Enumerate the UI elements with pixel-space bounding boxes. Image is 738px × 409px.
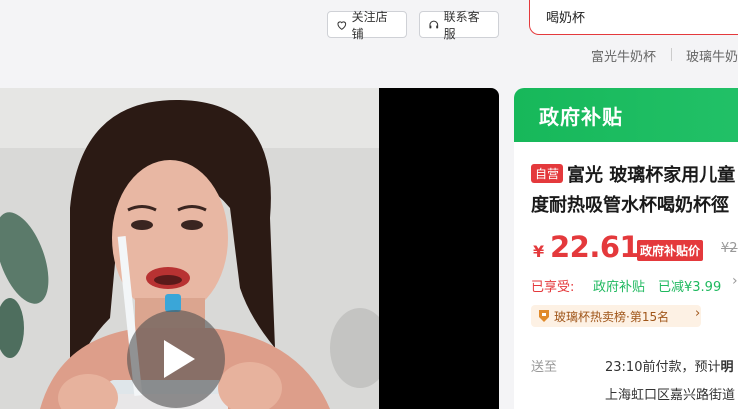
product-card: 自营 富光 玻璃杯家用儿童 度耐热吸管水杯喝奶杯徑 ¥ 22.61 政府补贴价 … <box>514 142 738 409</box>
headset-icon <box>429 20 439 28</box>
subsidy-text: 政府补贴 <box>593 280 646 295</box>
product-title-line1: 富光 玻璃杯家用儿童 <box>567 165 736 186</box>
hot-search-1[interactable]: 富光牛奶杯 <box>591 46 656 65</box>
contact-service-button[interactable]: 联系客服 <box>419 10 499 41</box>
self-operated-badge: 自营 <box>531 164 564 183</box>
ranking-badge[interactable]: 玻璃杯热卖榜·第15名 › <box>531 305 701 327</box>
search-input-value[interactable]: 喝奶杯 <box>546 7 585 26</box>
delivery-address[interactable]: 上海虹口区嘉兴路街道 <box>605 384 735 403</box>
delivery-time-prefix: 23:10前付款，预计 <box>605 360 721 375</box>
product-info-panel: 政府补贴 自营 富光 玻璃杯家用儿童 度耐热吸管水杯喝奶杯徑 ¥ 22.61 政… <box>514 88 738 409</box>
chevron-right-icon[interactable]: › <box>732 273 738 289</box>
ranking-chevron-icon: › <box>695 306 701 321</box>
gov-subsidy-title: 政府补贴 <box>539 105 623 129</box>
reduced-amount: 已减¥3.99 <box>658 280 722 295</box>
play-icon <box>164 340 195 378</box>
delivery-time: 23:10前付款，预计明 <box>605 356 733 375</box>
price-symbol: ¥ <box>533 242 545 261</box>
hot-search-2[interactable]: 玻璃牛奶 <box>686 46 738 65</box>
gov-subsidy-price-tag: 政府补贴价 <box>637 240 704 261</box>
medal-icon <box>539 310 549 322</box>
search-box[interactable]: 喝奶杯 <box>529 0 738 35</box>
enjoyed-label: 已享受: <box>531 280 575 295</box>
follow-store-button[interactable]: 关注店铺 <box>327 10 407 41</box>
price-value: 22.61 <box>550 230 640 264</box>
gov-subsidy-banner: 政府补贴 <box>514 88 738 142</box>
follow-store-label: 关注店铺 <box>351 9 388 41</box>
play-button[interactable] <box>127 310 225 408</box>
ranking-text: 玻璃杯热卖榜·第15名 <box>554 310 670 324</box>
heart-icon <box>337 20 347 30</box>
delivery-label: 送至 <box>531 360 558 375</box>
original-price: ¥2 <box>721 241 738 256</box>
product-title-line2: 度耐热吸管水杯喝奶杯徑 <box>531 195 729 216</box>
product-video[interactable] <box>0 88 499 409</box>
delivery-time-bold: 明 <box>720 360 734 375</box>
contact-service-label: 联系客服 <box>443 9 480 41</box>
hot-search-divider <box>671 48 672 61</box>
